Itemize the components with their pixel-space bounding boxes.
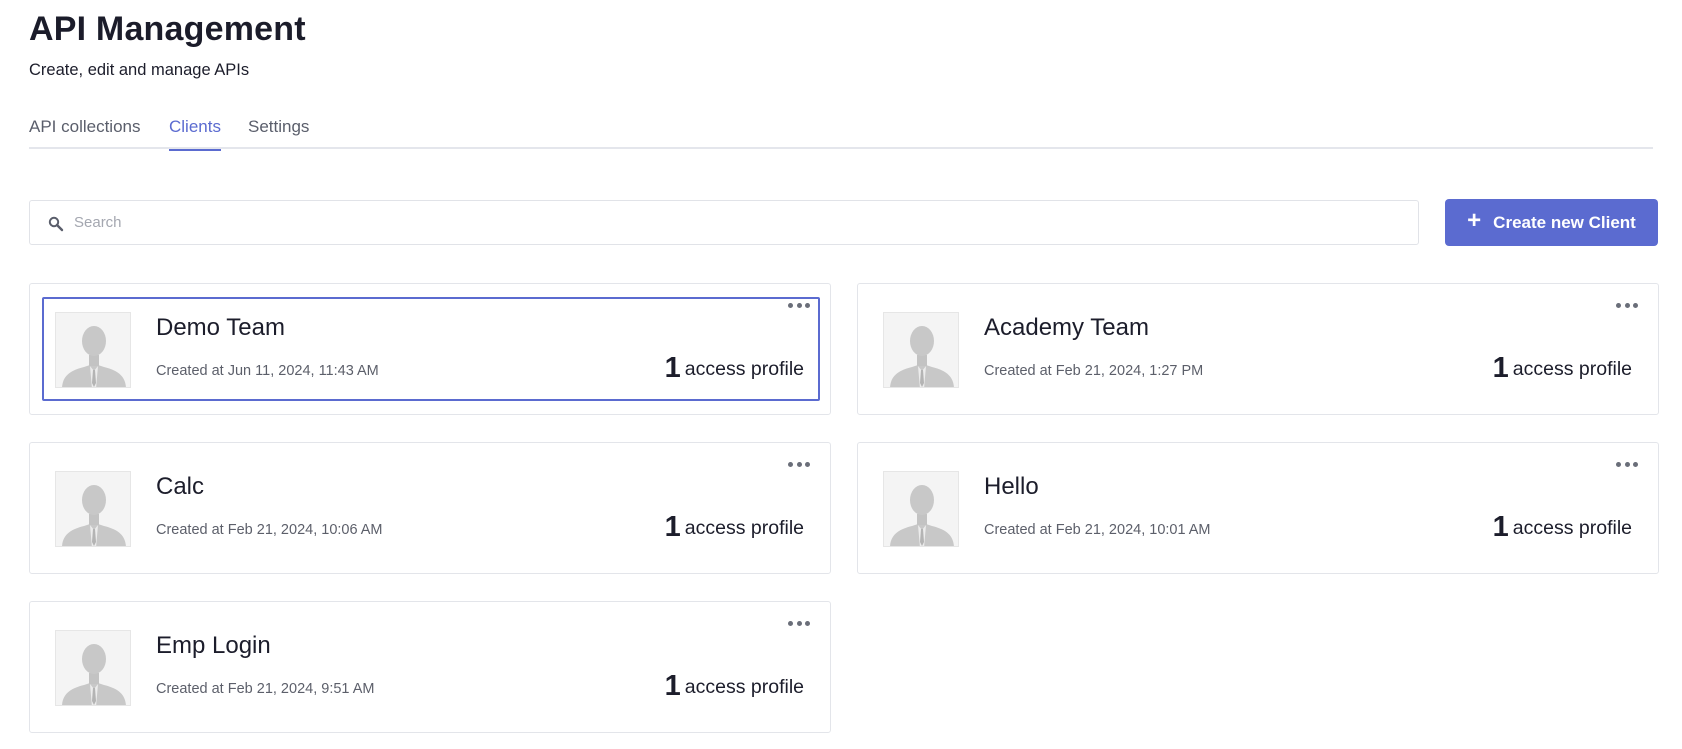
avatar — [55, 630, 131, 706]
access-profile-label: access profile — [684, 517, 804, 539]
client-card[interactable]: Emp Login Created at Feb 21, 2024, 9:51 … — [29, 601, 831, 733]
access-profile-count: 1 access profile — [1493, 511, 1632, 544]
person-placeholder-icon — [56, 472, 130, 546]
access-profile-count: 1 access profile — [665, 511, 804, 544]
client-name: Academy Team — [984, 314, 1149, 341]
client-name: Calc — [156, 473, 205, 500]
access-profile-number: 1 — [664, 511, 681, 543]
client-created-date: Created at Feb 21, 2024, 1:27 PM — [984, 363, 1204, 379]
avatar — [55, 471, 131, 547]
tab-api-collections[interactable]: API collections — [29, 117, 141, 151]
client-name: Emp Login — [156, 632, 271, 659]
avatar — [55, 312, 131, 388]
access-profile-label: access profile — [1512, 358, 1632, 380]
client-card[interactable]: Calc Created at Feb 21, 2024, 10:06 AM 1… — [29, 442, 831, 574]
access-profile-number: 1 — [1492, 352, 1509, 384]
more-options-icon[interactable] — [788, 617, 810, 629]
plus-icon: + — [1467, 207, 1482, 234]
access-profile-number: 1 — [664, 670, 681, 702]
tab-settings[interactable]: Settings — [248, 117, 309, 151]
access-profile-number: 1 — [1492, 511, 1509, 543]
create-new-client-button[interactable]: + Create new Client — [1445, 199, 1658, 246]
person-placeholder-icon — [56, 313, 130, 387]
access-profile-count: 1 access profile — [665, 352, 804, 385]
client-created-date: Created at Jun 11, 2024, 11:43 AM — [156, 363, 379, 379]
avatar — [883, 312, 959, 388]
access-profile-count: 1 access profile — [665, 670, 804, 703]
avatar — [883, 471, 959, 547]
more-options-icon[interactable] — [1616, 299, 1638, 311]
page-subtitle: Create, edit and manage APIs — [29, 61, 250, 79]
client-card[interactable]: Hello Created at Feb 21, 2024, 10:01 AM … — [857, 442, 1659, 574]
person-placeholder-icon — [884, 472, 958, 546]
access-profile-count: 1 access profile — [1493, 352, 1632, 385]
client-name: Hello — [984, 473, 1039, 500]
client-card[interactable]: Academy Team Created at Feb 21, 2024, 1:… — [857, 283, 1659, 415]
client-name: Demo Team — [156, 314, 285, 341]
create-new-client-label: Create new Client — [1493, 212, 1636, 232]
access-profile-label: access profile — [684, 676, 804, 698]
access-profile-number: 1 — [664, 352, 681, 384]
more-options-icon[interactable] — [788, 299, 810, 311]
page-title: API Management — [29, 10, 306, 48]
more-options-icon[interactable] — [788, 458, 810, 470]
search-input[interactable] — [74, 202, 1404, 243]
search-icon — [48, 216, 64, 232]
person-placeholder-icon — [884, 313, 958, 387]
client-created-date: Created at Feb 21, 2024, 10:01 AM — [984, 522, 1211, 538]
more-options-icon[interactable] — [1616, 458, 1638, 470]
selection-outline — [42, 297, 820, 401]
client-card[interactable]: Demo Team Created at Jun 11, 2024, 11:43… — [29, 283, 831, 415]
client-created-date: Created at Feb 21, 2024, 10:06 AM — [156, 522, 383, 538]
search-box — [29, 200, 1419, 245]
client-created-date: Created at Feb 21, 2024, 9:51 AM — [156, 681, 375, 697]
tab-bar: API collections Clients Settings — [29, 115, 1653, 151]
api-management-page: API Management Create, edit and manage A… — [0, 0, 1682, 749]
tab-clients[interactable]: Clients — [169, 117, 221, 151]
access-profile-label: access profile — [684, 358, 804, 380]
person-placeholder-icon — [56, 631, 130, 705]
access-profile-label: access profile — [1512, 517, 1632, 539]
